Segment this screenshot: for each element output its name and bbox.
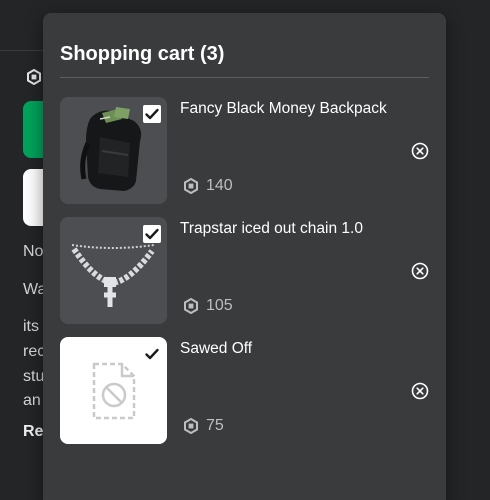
shopping-cart-panel: Shopping cart (3) Fancy Black Money Back… xyxy=(43,13,446,500)
robux-icon xyxy=(184,178,198,194)
item-name[interactable]: Trapstar iced out chain 1.0 xyxy=(180,219,363,239)
item-checkbox[interactable] xyxy=(143,225,161,243)
cart-item: Trapstar iced out chain 1.0 105 xyxy=(60,217,429,327)
background-text: No xyxy=(23,243,43,260)
cart-title: Shopping cart (3) xyxy=(60,43,225,65)
robux-icon xyxy=(27,69,41,85)
cart-item: Fancy Black Money Backpack 140 xyxy=(60,97,429,207)
item-checkbox[interactable] xyxy=(143,345,161,363)
background-text: its xyxy=(23,318,39,335)
background-text: Wa xyxy=(23,281,43,298)
background-link[interactable]: Re xyxy=(23,422,43,442)
remove-item-button[interactable] xyxy=(410,381,430,401)
cart-divider xyxy=(60,77,429,78)
price-value: 105 xyxy=(206,297,233,314)
remove-item-button[interactable] xyxy=(410,261,430,281)
item-price: 105 xyxy=(183,295,233,317)
remove-item-button[interactable] xyxy=(410,141,430,161)
price-value: 75 xyxy=(206,417,224,434)
chain-thumbnail[interactable] xyxy=(60,217,167,324)
robux-icon xyxy=(184,418,198,434)
robux-icon xyxy=(184,298,198,314)
checkmark-icon xyxy=(145,228,159,240)
backpack-thumbnail[interactable] xyxy=(60,97,167,204)
background-text: an xyxy=(23,392,41,409)
page: No Wa its rec stu an Re Shopping cart (3… xyxy=(0,0,490,500)
item-price: 75 xyxy=(183,415,224,437)
cart-item: Sawed Off 75 xyxy=(60,337,429,447)
item-price: 140 xyxy=(183,175,233,197)
item-name[interactable]: Fancy Black Money Backpack xyxy=(180,99,387,119)
checkmark-icon xyxy=(145,348,159,360)
background-divider xyxy=(0,50,48,51)
price-value: 140 xyxy=(206,177,233,194)
checkmark-icon xyxy=(145,108,159,120)
item-name[interactable]: Sawed Off xyxy=(180,339,252,359)
background-text: rec xyxy=(23,343,43,360)
missing-image-placeholder[interactable] xyxy=(60,337,167,444)
background-text: stu xyxy=(23,368,43,385)
item-checkbox[interactable] xyxy=(143,105,161,123)
